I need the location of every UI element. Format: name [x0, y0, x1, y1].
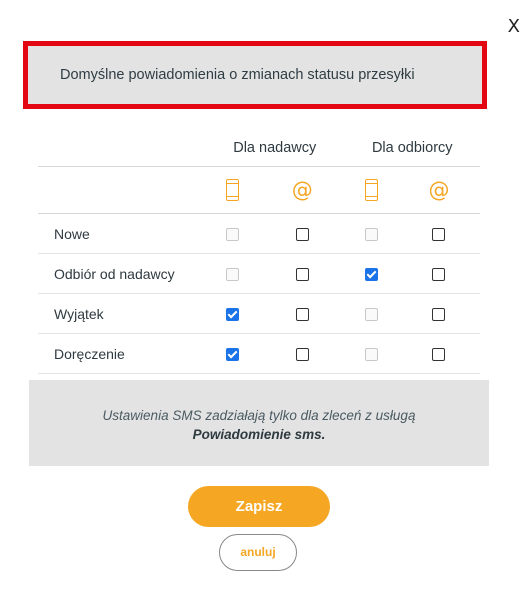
group-header-row: Dla nadawcy Dla odbiorcy: [38, 130, 480, 167]
phone-icon: [226, 179, 240, 201]
sender-email-checkbox[interactable]: [295, 348, 309, 362]
recipient-sms-column: [344, 166, 398, 214]
sender-sms-checkbox[interactable]: [226, 308, 240, 322]
sms-service-name: Powiadomienie sms.: [192, 427, 326, 442]
sender-sms-checkbox[interactable]: [226, 348, 240, 362]
sender-sms-checkbox: [226, 268, 240, 282]
dialog-header: Domyślne powiadomienia o zmianach status…: [23, 41, 487, 109]
group-header-recipient: Dla odbiorcy: [344, 130, 480, 167]
recipient-email-checkbox[interactable]: [432, 268, 446, 282]
row-label: Odbiór od nadawcy: [38, 253, 205, 294]
close-button[interactable]: X: [508, 16, 520, 37]
recipient-email-checkbox[interactable]: [432, 348, 446, 362]
sender-email-checkbox[interactable]: [295, 268, 309, 282]
save-button[interactable]: Zapisz: [188, 486, 330, 527]
recipient-sms-checkbox: [364, 308, 378, 322]
table-row: Doręczenie: [38, 333, 480, 374]
empty-icon-cell: [38, 166, 205, 214]
sender-sms-column: [205, 166, 261, 214]
table-row: Nowe: [38, 213, 480, 254]
table-row: Wyjątek: [38, 293, 480, 334]
recipient-email-column: @: [397, 166, 480, 214]
recipient-sms-checkbox: [364, 228, 378, 242]
recipient-sms-checkbox: [364, 348, 378, 362]
recipient-email-checkbox[interactable]: [432, 228, 446, 242]
empty-header-cell: [38, 130, 205, 167]
sender-email-column: @: [260, 166, 345, 214]
channel-icon-row: @ @: [38, 166, 480, 214]
sms-info-text: Ustawienia SMS zadziałają tylko dla zlec…: [102, 408, 416, 423]
at-icon: @: [291, 178, 313, 202]
sender-sms-checkbox: [226, 228, 240, 242]
row-label: Doręczenie: [38, 333, 205, 374]
dialog-title: Domyślne powiadomienia o zmianach status…: [60, 67, 415, 83]
phone-icon: [364, 179, 378, 201]
recipient-sms-checkbox[interactable]: [364, 268, 378, 282]
sms-info-box: Ustawienia SMS zadziałają tylko dla zlec…: [29, 380, 489, 466]
notification-table: Dla nadawcy Dla odbiorcy @ @ Nowe Odbiór…: [38, 130, 480, 374]
sender-email-checkbox[interactable]: [295, 228, 309, 242]
row-label: Nowe: [38, 213, 205, 254]
at-icon: @: [428, 178, 450, 202]
recipient-email-checkbox[interactable]: [432, 308, 446, 322]
notification-settings-dialog: X Domyślne powiadomienia o zmianach stat…: [0, 0, 530, 592]
sender-email-checkbox[interactable]: [295, 308, 309, 322]
table-row: Odbiór od nadawcy: [38, 253, 480, 294]
cancel-button[interactable]: anuluj: [219, 534, 297, 571]
row-label: Wyjątek: [38, 293, 205, 334]
group-header-sender: Dla nadawcy: [205, 130, 345, 167]
